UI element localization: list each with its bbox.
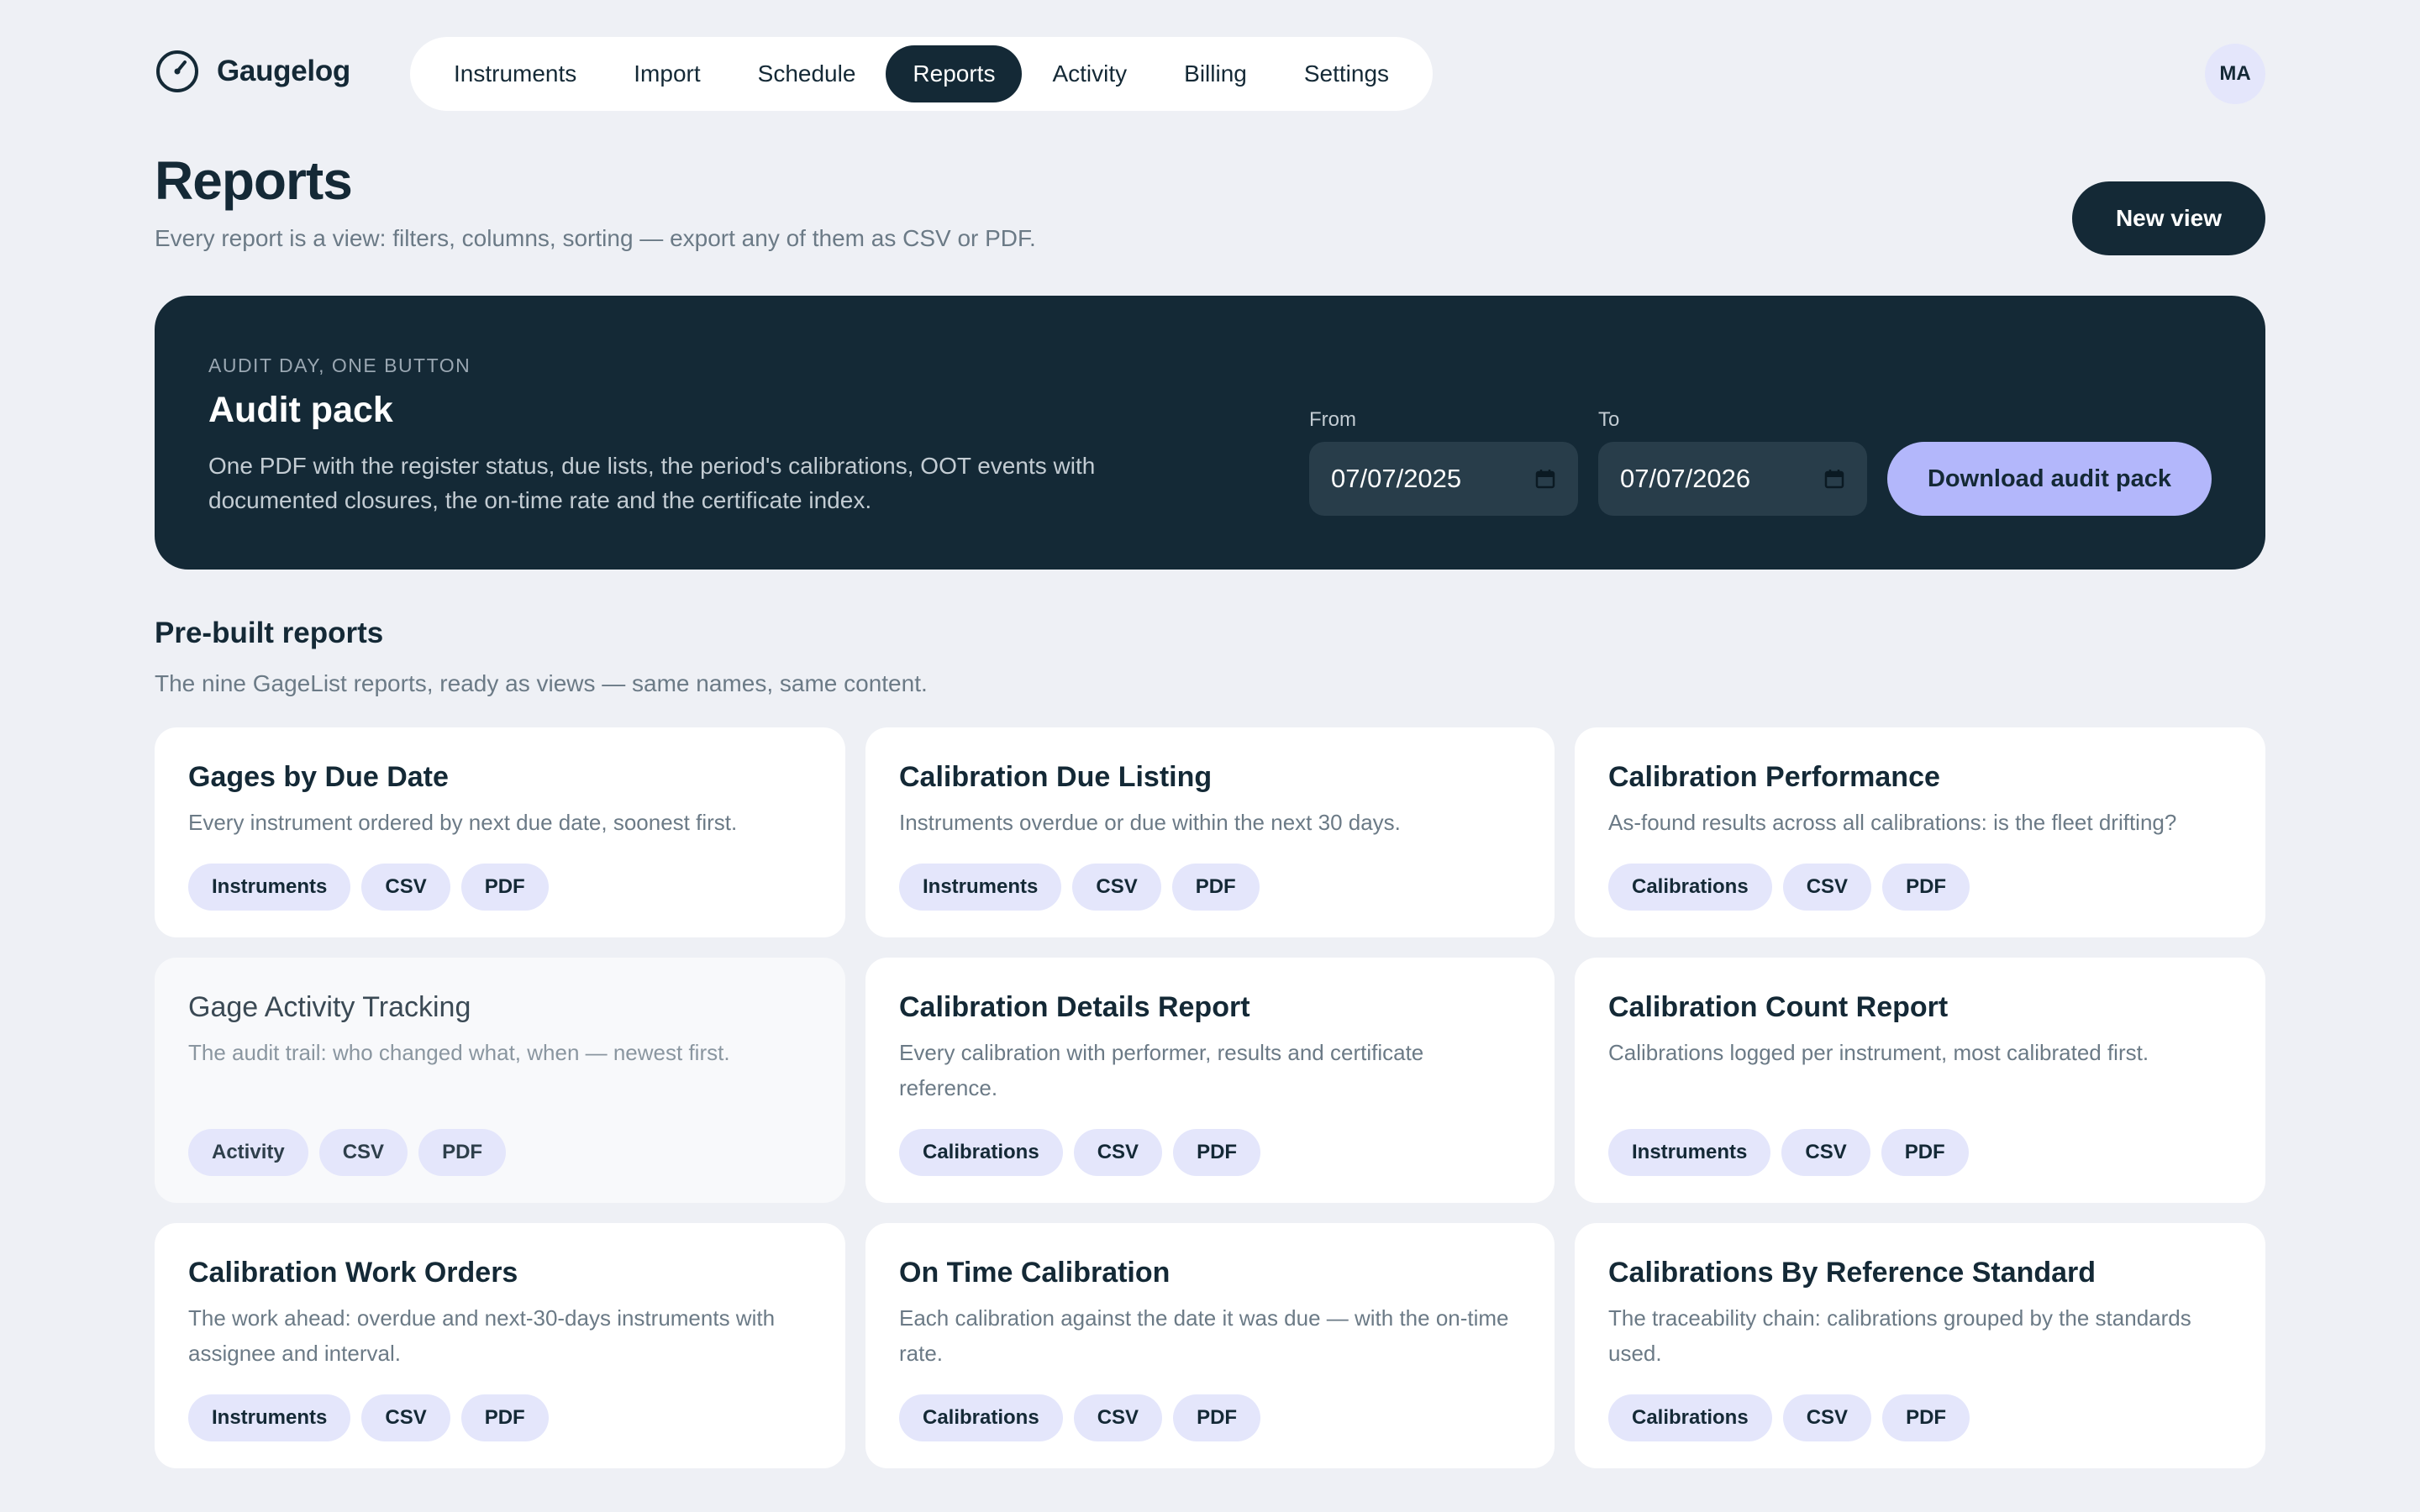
to-label: To: [1598, 408, 1620, 431]
top-bar: Gaugelog Instruments Import Schedule Rep…: [155, 37, 2265, 111]
source-chip: Calibrations: [899, 1394, 1063, 1441]
report-card-tags: Calibrations CSV PDF: [899, 1129, 1261, 1176]
calendar-icon[interactable]: [1823, 468, 1845, 490]
report-card-description: As-found results across all calibrations…: [1608, 810, 2177, 835]
source-chip: Instruments: [188, 864, 351, 911]
report-card-calibrations-by-reference-standard[interactable]: Calibrations By Reference Standard The t…: [1575, 1223, 2265, 1468]
new-view-button[interactable]: New view: [2071, 181, 2265, 255]
nav-activity[interactable]: Activity: [1025, 45, 1154, 102]
report-card-tags: Calibrations CSV PDF: [1608, 864, 1970, 911]
source-chip: Instruments: [899, 864, 1062, 911]
audit-description: One PDF with the register status, due li…: [208, 453, 1096, 513]
report-card-description: The work ahead: overdue and next-30-days…: [188, 1305, 776, 1366]
pdf-chip[interactable]: PDF: [418, 1129, 507, 1176]
csv-chip[interactable]: CSV: [361, 1394, 450, 1441]
pdf-chip[interactable]: PDF: [1881, 1129, 1969, 1176]
report-card-tags: Instruments CSV PDF: [188, 864, 549, 911]
reports-page: Gaugelog Instruments Import Schedule Rep…: [0, 0, 2420, 1512]
report-card-description: The traceability chain: calibrations gro…: [1608, 1305, 2191, 1366]
source-chip: Instruments: [188, 1394, 351, 1441]
report-card-gage-activity-tracking[interactable]: Gage Activity Tracking The audit trail: …: [155, 958, 845, 1203]
from-label: From: [1309, 408, 1356, 431]
report-card-description: Instruments overdue or due within the ne…: [899, 810, 1401, 835]
nav-billing[interactable]: Billing: [1157, 45, 1274, 102]
nav-settings[interactable]: Settings: [1277, 45, 1416, 102]
pdf-chip[interactable]: PDF: [460, 1394, 549, 1441]
report-card-title: Gages by Due Date: [188, 761, 449, 793]
csv-chip[interactable]: CSV: [1072, 864, 1161, 911]
main-nav: Instruments Import Schedule Reports Acti…: [410, 37, 1434, 111]
report-card-calibration-details-report[interactable]: Calibration Details Report Every calibra…: [865, 958, 1555, 1203]
report-card-tags: Activity CSV PDF: [188, 1129, 507, 1176]
report-card-tags: Calibrations CSV PDF: [1608, 1394, 1970, 1441]
report-card-title: Gage Activity Tracking: [188, 991, 471, 1023]
report-card-title: Calibration Due Listing: [899, 761, 1213, 793]
source-chip: Calibrations: [1608, 864, 1772, 911]
report-card-title: Calibration Details Report: [899, 991, 1250, 1023]
report-card-description: Every instrument ordered by next due dat…: [188, 810, 738, 835]
report-card-description: Every calibration with performer, result…: [899, 1040, 1424, 1100]
csv-chip[interactable]: CSV: [1781, 1129, 1870, 1176]
report-card-calibration-performance[interactable]: Calibration Performance As-found results…: [1575, 727, 2265, 937]
page-title: Reports: [155, 150, 353, 211]
to-date-input[interactable]: 07/07/2026: [1598, 442, 1867, 516]
report-card-tags: Instruments CSV PDF: [899, 864, 1260, 911]
nav-instruments[interactable]: Instruments: [427, 45, 603, 102]
report-card-calibration-due-listing[interactable]: Calibration Due Listing Instruments over…: [865, 727, 1555, 937]
pdf-chip[interactable]: PDF: [1882, 1394, 1970, 1441]
report-card-on-time-calibration[interactable]: On Time Calibration Each calibration aga…: [865, 1223, 1555, 1468]
source-chip: Calibrations: [1608, 1394, 1772, 1441]
nav-reports[interactable]: Reports: [886, 45, 1023, 102]
report-card-title: Calibration Work Orders: [188, 1257, 518, 1289]
report-card-title: Calibrations By Reference Standard: [1608, 1257, 2096, 1289]
audit-title: Audit pack: [208, 390, 393, 430]
report-card-title: Calibration Performance: [1608, 761, 1940, 793]
nav-import[interactable]: Import: [607, 45, 727, 102]
csv-chip[interactable]: CSV: [1782, 864, 1872, 911]
report-card-tags: Instruments CSV PDF: [188, 1394, 549, 1441]
audit-pack-banner: AUDIT DAY, ONE BUTTON Audit pack One PDF…: [155, 296, 2265, 570]
report-card-description: Calibrations logged per instrument, most…: [1608, 1040, 2149, 1065]
csv-chip[interactable]: CSV: [318, 1129, 408, 1176]
audit-eyebrow: AUDIT DAY, ONE BUTTON: [208, 354, 471, 376]
report-card-description: The audit trail: who changed what, when …: [188, 1040, 730, 1065]
source-chip: Instruments: [1608, 1129, 1771, 1176]
nav-schedule[interactable]: Schedule: [731, 45, 883, 102]
source-chip: Calibrations: [899, 1129, 1063, 1176]
from-date-input[interactable]: 07/07/2025: [1309, 442, 1578, 516]
report-card-description: Each calibration against the date it was…: [899, 1305, 1509, 1366]
report-card-calibration-count-report[interactable]: Calibration Count Report Calibrations lo…: [1575, 958, 2265, 1203]
csv-chip[interactable]: CSV: [1073, 1394, 1163, 1441]
source-chip: Activity: [188, 1129, 308, 1176]
pdf-chip[interactable]: PDF: [1173, 1129, 1261, 1176]
pdf-chip[interactable]: PDF: [460, 864, 549, 911]
brand-name: Gaugelog: [217, 55, 350, 87]
report-card-tags: Instruments CSV PDF: [1608, 1129, 1969, 1176]
download-audit-pack-button[interactable]: Download audit pack: [1887, 442, 2212, 516]
report-card-title: Calibration Count Report: [1608, 991, 1949, 1023]
brand[interactable]: Gaugelog: [155, 49, 350, 94]
user-avatar[interactable]: MA: [2205, 44, 2265, 104]
from-date-value: 07/07/2025: [1331, 464, 1462, 493]
gauge-icon: [156, 50, 198, 92]
report-card-tags: Calibrations CSV PDF: [899, 1394, 1261, 1441]
report-card-title: On Time Calibration: [899, 1257, 1171, 1289]
page-subtitle: Every report is a view: filters, columns…: [155, 225, 1036, 251]
pdf-chip[interactable]: PDF: [1882, 864, 1970, 911]
calendar-icon[interactable]: [1534, 468, 1556, 490]
section-subtitle: The nine GageList reports, ready as view…: [155, 670, 928, 696]
report-card-calibration-work-orders[interactable]: Calibration Work Orders The work ahead: …: [155, 1223, 845, 1468]
csv-chip[interactable]: CSV: [361, 864, 450, 911]
csv-chip[interactable]: CSV: [1782, 1394, 1872, 1441]
to-date-value: 07/07/2026: [1620, 464, 1751, 493]
section-title: Pre-built reports: [155, 617, 384, 649]
pdf-chip[interactable]: PDF: [1171, 864, 1260, 911]
pdf-chip[interactable]: PDF: [1173, 1394, 1261, 1441]
csv-chip[interactable]: CSV: [1073, 1129, 1163, 1176]
report-card-gages-by-due-date[interactable]: Gages by Due Date Every instrument order…: [155, 727, 845, 937]
